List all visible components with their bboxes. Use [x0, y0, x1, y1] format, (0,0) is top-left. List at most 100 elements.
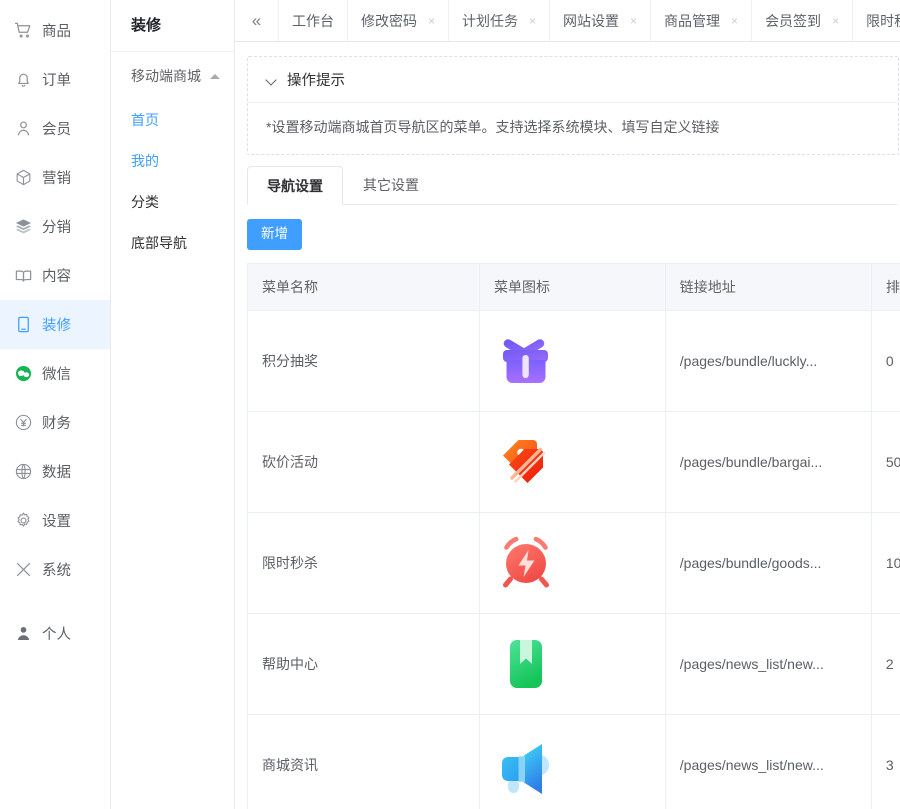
- menu-name-text: 限时秒杀: [262, 554, 318, 571]
- sidebar-item-system[interactable]: 系统: [0, 545, 110, 594]
- table-row[interactable]: 商城资讯 /pages/news_list/new... 3: [247, 714, 900, 809]
- app-root: 商品 订单 会员 营销 分销 内容 装修 微信 财务 数据 设置 系统 个人 装…: [0, 0, 900, 809]
- sidebar-item-marketing[interactable]: 营销: [0, 153, 110, 202]
- sidebar-item-data[interactable]: 数据: [0, 447, 110, 496]
- link-url-text: /pages/news_list/new...: [679, 756, 824, 773]
- tab-close-icon[interactable]: ×: [428, 15, 435, 27]
- sidebar-item-members[interactable]: 会员: [0, 104, 110, 153]
- user-icon: [14, 119, 33, 138]
- sidebar-item-label: 内容: [42, 269, 71, 285]
- megaphone-icon: [494, 733, 558, 797]
- table-row[interactable]: 砍价活动 /pages/bundle/bargai... 50: [247, 411, 900, 513]
- table-row[interactable]: 限时秒杀 /pages/bundle/goods... 10: [247, 512, 900, 614]
- cell-menu-name: 限时秒杀: [247, 512, 480, 614]
- link-url-text: /pages/news_list/new...: [679, 655, 824, 672]
- sidebar-item-distribution[interactable]: 分销: [0, 202, 110, 251]
- cell-menu-icon: [479, 411, 666, 513]
- book-icon: [14, 266, 33, 285]
- cell-menu-name: 砍价活动: [247, 411, 480, 513]
- nav-menu-table: 菜单名称 菜单图标 链接地址 排序 积分抽奖: [247, 262, 900, 809]
- sidebar-item-wechat[interactable]: 微信: [0, 349, 110, 398]
- tab-workbench[interactable]: 工作台: [279, 0, 348, 41]
- double-chevron-left-icon: «: [251, 10, 262, 30]
- tools-icon: [14, 560, 33, 579]
- menu-name-text: 砍价活动: [262, 453, 318, 470]
- cell-sort: 50: [871, 411, 900, 513]
- sidebar-subitem-category[interactable]: 分类: [111, 182, 234, 223]
- cell-sort: 2: [871, 613, 900, 715]
- sidebar-item-label: 设置: [42, 514, 71, 530]
- sidebar-item-decoration[interactable]: 装修: [0, 300, 110, 349]
- tab-label: 工作台: [292, 12, 334, 29]
- cell-sort: 3: [871, 714, 900, 809]
- chevron-down-icon: [266, 74, 278, 86]
- sidebar-subitem-home[interactable]: 首页: [111, 100, 234, 141]
- column-header-link-url: 链接地址: [665, 262, 872, 311]
- tab-nav-settings[interactable]: 导航设置: [247, 166, 343, 205]
- yuan-circle-icon: [14, 413, 33, 432]
- sidebar-item-label: 分销: [42, 220, 71, 236]
- tab-change-password[interactable]: 修改密码 ×: [348, 0, 450, 41]
- sidebar-item-label: 订单: [42, 73, 71, 89]
- wechat-icon: [14, 364, 33, 383]
- menu-name-text: 积分抽奖: [262, 352, 318, 369]
- sidebar-group-label: 移动端商城: [131, 68, 201, 84]
- content-region: « 工作台 修改密码 × 计划任务 × 网站设置 × 商品管理 × 会员签到 ×…: [235, 0, 900, 809]
- tab-close-icon[interactable]: ×: [731, 15, 738, 27]
- tab-label: 网站设置: [563, 12, 620, 29]
- cell-link-url: /pages/news_list/new...: [665, 613, 872, 715]
- cell-menu-name: 商城资讯: [247, 714, 480, 809]
- cell-link-url: /pages/bundle/luckly...: [665, 310, 872, 412]
- tab-other-settings[interactable]: 其它设置: [343, 165, 439, 204]
- tab-close-icon[interactable]: ×: [529, 15, 536, 27]
- table-row[interactable]: 帮助中心 /pages/news_list/new... 2: [247, 613, 900, 715]
- tab-close-icon[interactable]: ×: [630, 15, 637, 27]
- column-header-menu-icon: 菜单图标: [479, 262, 666, 311]
- sidebar-item-content[interactable]: 内容: [0, 251, 110, 300]
- tab-label: 计划任务: [462, 12, 519, 29]
- sidebar-item-label: 营销: [42, 171, 71, 187]
- sidebar-subitem-mine[interactable]: 我的: [111, 141, 234, 182]
- sidebar-item-personal[interactable]: 个人: [0, 609, 110, 658]
- globe-icon: [14, 462, 33, 481]
- sidebar-subitem-bottom-nav[interactable]: 底部导航: [111, 223, 234, 264]
- column-header-sort: 排序: [871, 262, 900, 311]
- add-button[interactable]: 新增: [247, 219, 302, 250]
- table-row[interactable]: 积分抽奖 /pages/bundle/luckly... 0: [247, 310, 900, 412]
- cell-link-url: /pages/bundle/goods...: [665, 512, 872, 614]
- cell-menu-icon: [479, 512, 666, 614]
- sidebar-item-orders[interactable]: 订单: [0, 55, 110, 104]
- tab-scheduled-tasks[interactable]: 计划任务 ×: [449, 0, 551, 41]
- person-icon: [14, 624, 33, 643]
- bookmark-icon: [494, 632, 558, 696]
- content-tabs: 导航设置 其它设置: [247, 165, 897, 205]
- tab-close-icon[interactable]: ×: [832, 15, 839, 27]
- gift-box-icon: [494, 329, 558, 393]
- tab-goods-management[interactable]: 商品管理 ×: [651, 0, 753, 41]
- sidebar-item-finance[interactable]: 财务: [0, 398, 110, 447]
- sidebar-item-settings[interactable]: 设置: [0, 496, 110, 545]
- table-body: 积分抽奖 /pages/bundle/luckly... 0 砍价活动 /pag…: [247, 310, 900, 809]
- cell-link-url: /pages/news_list/new...: [665, 714, 872, 809]
- collapse-sidebar-button[interactable]: «: [235, 0, 279, 41]
- layers-icon: [14, 217, 33, 236]
- sidebar-divider: [0, 594, 110, 609]
- operation-tips-body: *设置移动端商城首页导航区的菜单。支持选择系统模块、填写自定义链接: [266, 119, 720, 135]
- chevron-up-icon: [210, 73, 220, 79]
- cell-menu-name: 帮助中心: [247, 613, 480, 715]
- menu-name-text: 商城资讯: [262, 756, 318, 773]
- tab-flash-sale[interactable]: 限时秒杀 ×: [853, 0, 900, 41]
- tab-site-settings[interactable]: 网站设置 ×: [550, 0, 652, 41]
- sidebar-item-label: 系统: [42, 563, 71, 579]
- operation-tips-header[interactable]: 操作提示: [248, 57, 898, 103]
- alarm-clock-icon: [494, 531, 558, 595]
- sidebar-group-mobile-mall[interactable]: 移动端商城: [111, 52, 234, 100]
- tab-member-checkin[interactable]: 会员签到 ×: [752, 0, 854, 41]
- nav-menu-table-wrapper: 菜单名称 菜单图标 链接地址 排序 积分抽奖: [247, 262, 900, 809]
- cell-sort: 0: [871, 310, 900, 412]
- sidebar-item-goods[interactable]: 商品: [0, 6, 110, 55]
- price-tags-icon: [494, 430, 558, 494]
- bell-icon: [14, 70, 33, 89]
- tab-bar: « 工作台 修改密码 × 计划任务 × 网站设置 × 商品管理 × 会员签到 ×…: [235, 0, 900, 42]
- tab-label: 商品管理: [664, 12, 721, 29]
